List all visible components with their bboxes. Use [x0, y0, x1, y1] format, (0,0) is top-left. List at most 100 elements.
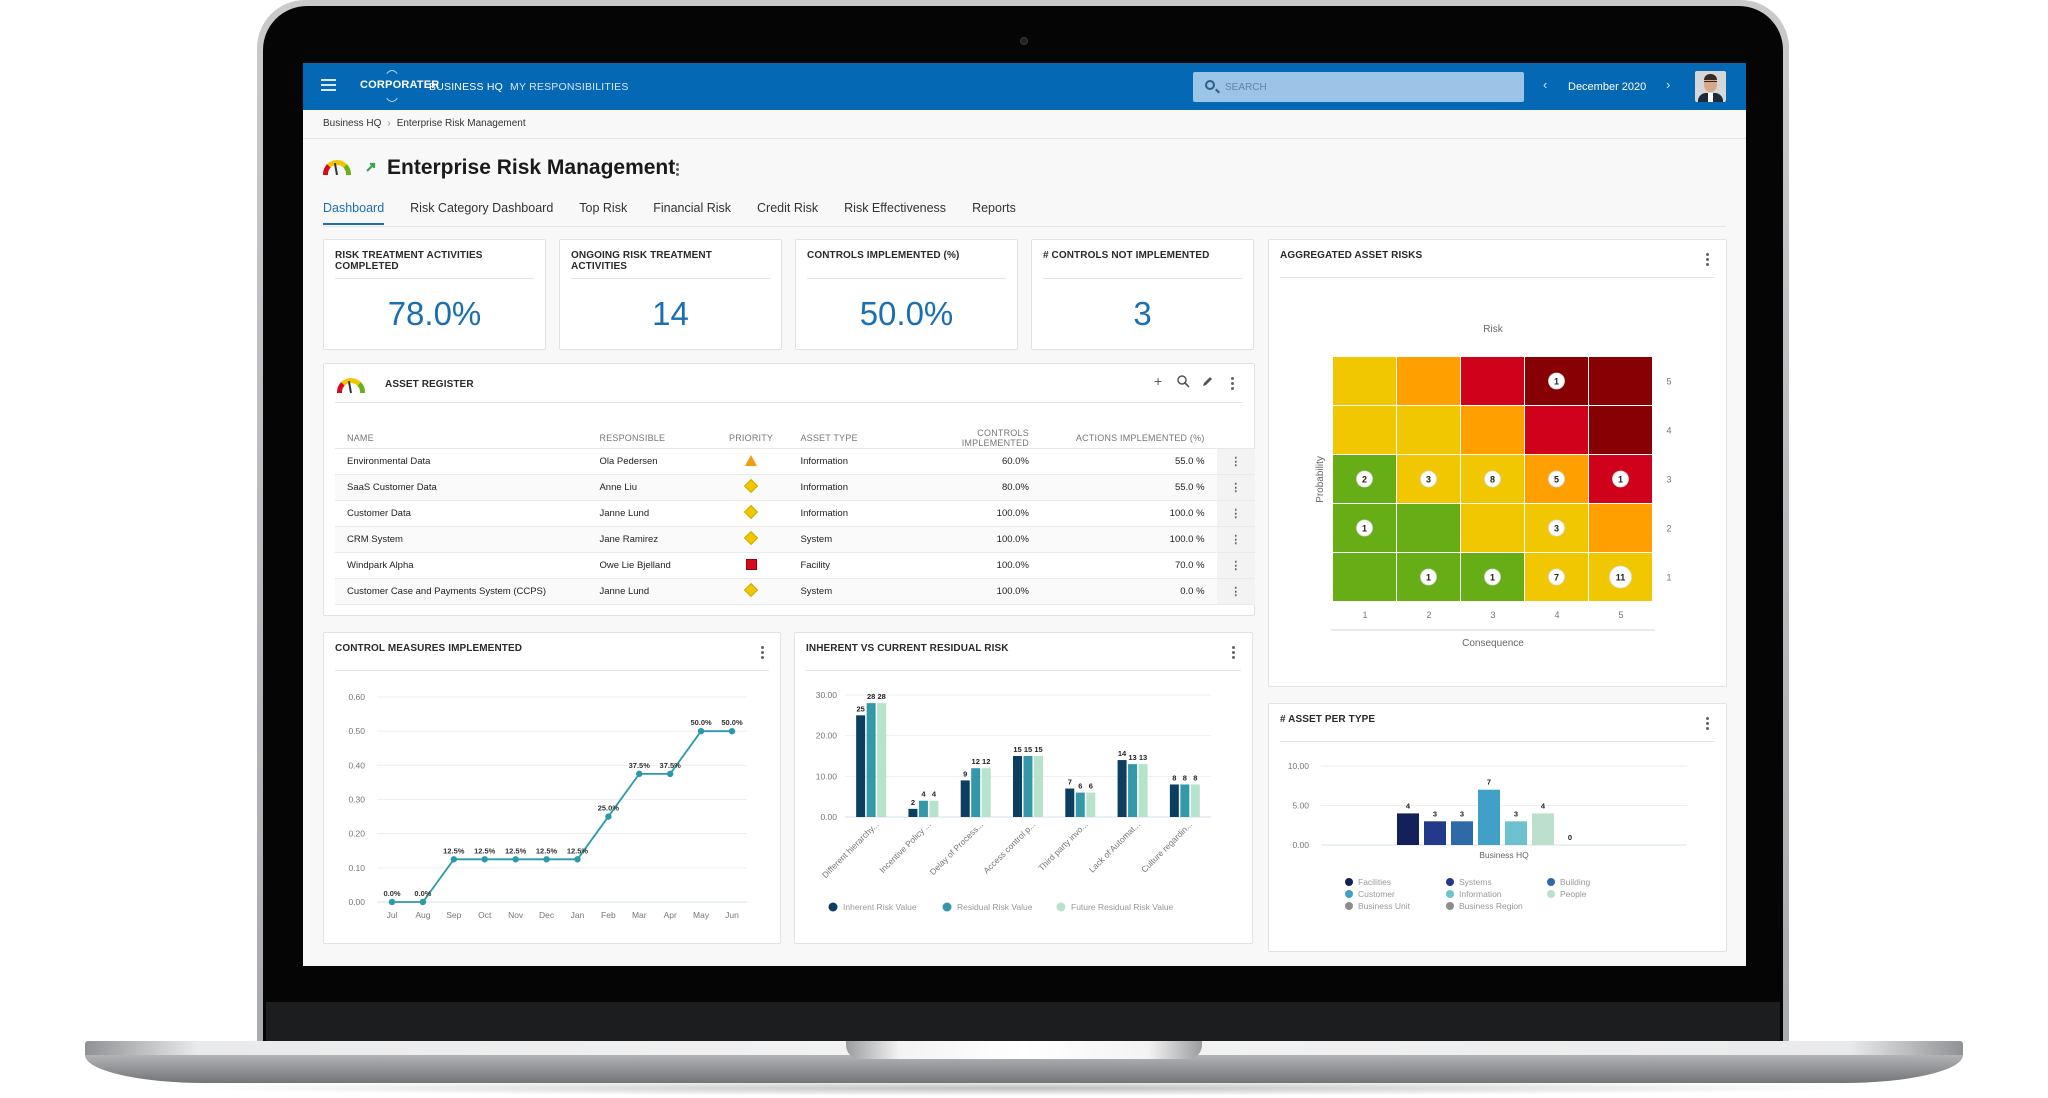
- row-more-icon[interactable]: ⋮: [1216, 474, 1255, 501]
- heatmap-cell[interactable]: [1461, 406, 1524, 454]
- data-point[interactable]: [636, 770, 643, 778]
- legend-marker[interactable]: [1446, 878, 1454, 886]
- bar[interactable]: [1180, 784, 1190, 817]
- legend-marker[interactable]: [1547, 878, 1555, 886]
- legend-marker[interactable]: [1446, 890, 1454, 898]
- data-point[interactable]: [512, 856, 519, 863]
- card-more-icon[interactable]: [1705, 717, 1709, 731]
- bar[interactable]: [929, 800, 939, 817]
- kpi-card[interactable]: # CONTROLS NOT IMPLEMENTED 3: [1031, 239, 1254, 350]
- table-row[interactable]: Windpark Alpha Owe Lie Bjelland Facility…: [335, 552, 1255, 579]
- bar[interactable]: [1424, 821, 1446, 845]
- nav-my-responsibilities[interactable]: MY RESPONSIBILITIES: [510, 81, 629, 93]
- kpi-card[interactable]: RISK TREATMENT ACTIVITIES COMPLETED 78.0…: [323, 239, 546, 350]
- heatmap-cell[interactable]: [1525, 406, 1588, 454]
- bar[interactable]: [1128, 764, 1138, 817]
- add-icon[interactable]: +: [1154, 374, 1162, 388]
- column-header[interactable]: PRIORITY: [713, 428, 789, 449]
- period-label[interactable]: December 2020: [1568, 81, 1646, 93]
- bar[interactable]: [1086, 792, 1096, 817]
- table-row[interactable]: CRM System Jane Ramirez System 100.0% 10…: [335, 526, 1255, 553]
- bar[interactable]: [1505, 821, 1527, 845]
- bar[interactable]: [1451, 821, 1473, 845]
- column-header[interactable]: CONTROLS IMPLEMENTED: [898, 428, 1041, 449]
- bar[interactable]: [1013, 756, 1022, 817]
- row-more-icon[interactable]: ⋮: [1216, 448, 1255, 475]
- bar[interactable]: [856, 715, 866, 817]
- legend-marker[interactable]: [942, 902, 952, 912]
- card-more-icon[interactable]: [1705, 253, 1709, 267]
- data-point[interactable]: [666, 770, 674, 778]
- table-row[interactable]: Environmental Data Ola Pedersen Informat…: [335, 448, 1255, 475]
- table-row[interactable]: Customer Case and Payments System (CCPS)…: [335, 578, 1255, 605]
- bar[interactable]: [908, 808, 918, 817]
- column-header[interactable]: ASSET TYPE: [788, 428, 899, 449]
- asset-name[interactable]: CRM System: [335, 526, 588, 553]
- search-input[interactable]: [1225, 72, 1515, 102]
- column-header[interactable]: RESPONSIBLE: [587, 428, 714, 449]
- kpi-card[interactable]: CONTROLS IMPLEMENTED (%) 50.0%: [795, 239, 1018, 350]
- heatmap-cell[interactable]: [1397, 406, 1460, 454]
- tab-reports[interactable]: Reports: [972, 201, 1016, 225]
- tab-risk-effectiveness[interactable]: Risk Effectiveness: [844, 201, 946, 225]
- data-point[interactable]: [419, 898, 427, 906]
- legend-marker[interactable]: [1345, 878, 1353, 886]
- row-more-icon[interactable]: ⋮: [1216, 552, 1255, 579]
- table-row[interactable]: SaaS Customer Data Anne Liu Information …: [335, 474, 1255, 501]
- bar[interactable]: [1169, 784, 1179, 817]
- bar[interactable]: [1190, 784, 1200, 817]
- heatmap-cell[interactable]: [1589, 357, 1652, 405]
- breadcrumb-business-hq[interactable]: Business HQ: [323, 118, 381, 129]
- bar[interactable]: [877, 703, 887, 817]
- row-more-icon[interactable]: ⋮: [1216, 526, 1255, 553]
- bar[interactable]: [918, 800, 928, 817]
- row-more-icon[interactable]: ⋮: [1216, 500, 1255, 527]
- bar[interactable]: [1532, 813, 1554, 845]
- legend-marker[interactable]: [1446, 902, 1454, 910]
- legend-marker[interactable]: [1547, 890, 1555, 898]
- legend-marker[interactable]: [1056, 902, 1066, 912]
- row-more-icon[interactable]: ⋮: [1216, 578, 1255, 605]
- page-more-icon[interactable]: [675, 163, 679, 177]
- card-more-icon[interactable]: [760, 646, 764, 660]
- heatmap-cell[interactable]: [1461, 504, 1524, 552]
- bar[interactable]: [1117, 760, 1127, 817]
- asset-name[interactable]: Customer Case and Payments System (CCPS): [335, 578, 588, 605]
- data-point[interactable]: [605, 813, 612, 820]
- user-avatar[interactable]: [1695, 71, 1726, 102]
- bar[interactable]: [981, 768, 991, 817]
- asset-name[interactable]: Environmental Data: [335, 448, 588, 475]
- previous-period-button[interactable]: ‹: [1543, 77, 1547, 92]
- bar[interactable]: [1138, 764, 1148, 817]
- tab-top-risk[interactable]: Top Risk: [579, 201, 627, 225]
- tab-credit-risk[interactable]: Credit Risk: [757, 201, 818, 225]
- legend-marker[interactable]: [1345, 902, 1353, 910]
- heatmap-cell[interactable]: [1461, 357, 1524, 405]
- card-more-icon[interactable]: [1230, 377, 1234, 391]
- bar[interactable]: [971, 768, 981, 817]
- bar[interactable]: [960, 780, 970, 817]
- heatmap-cell[interactable]: [1397, 357, 1460, 405]
- asset-name[interactable]: SaaS Customer Data: [335, 474, 588, 501]
- data-point[interactable]: [450, 856, 458, 863]
- nav-business-hq[interactable]: BUSINESS HQ: [429, 81, 503, 93]
- bar[interactable]: [1023, 756, 1033, 817]
- tab-financial-risk[interactable]: Financial Risk: [653, 201, 731, 225]
- data-point[interactable]: [728, 727, 736, 735]
- bar[interactable]: [1478, 789, 1500, 845]
- brand-logo[interactable]: CORPORATER: [360, 79, 439, 91]
- table-row[interactable]: Customer Data Janne Lund Information 100…: [335, 500, 1255, 527]
- search-box[interactable]: [1193, 72, 1524, 102]
- heatmap-cell[interactable]: [1397, 504, 1460, 552]
- data-point[interactable]: [481, 856, 488, 863]
- bar[interactable]: [1075, 792, 1085, 817]
- legend-marker[interactable]: [828, 902, 838, 912]
- legend-marker[interactable]: [1345, 890, 1353, 898]
- tab-risk-category-dashboard[interactable]: Risk Category Dashboard: [410, 201, 553, 225]
- card-more-icon[interactable]: [1231, 646, 1235, 660]
- edit-pencil-icon[interactable]: [1201, 375, 1214, 388]
- data-point[interactable]: [388, 898, 396, 906]
- bar[interactable]: [866, 703, 876, 817]
- asset-name[interactable]: Customer Data: [335, 500, 588, 527]
- asset-name[interactable]: Windpark Alpha: [335, 552, 588, 579]
